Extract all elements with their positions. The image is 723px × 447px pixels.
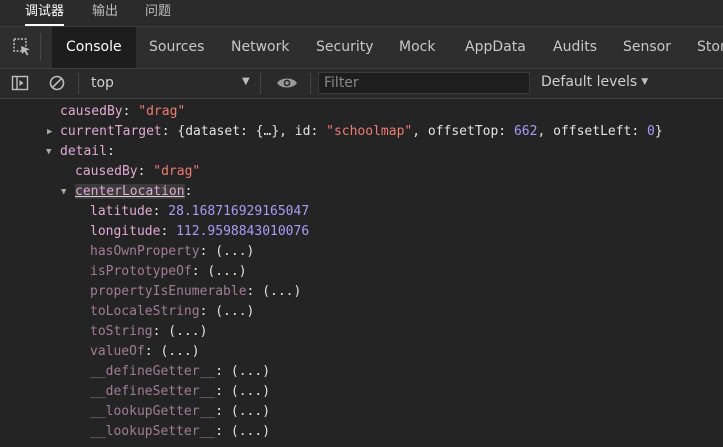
accessor-value[interactable]: (...) (215, 304, 254, 319)
accessor-value[interactable]: (...) (215, 244, 254, 259)
console-line[interactable]: __lookupGetter__: (...) (90, 402, 270, 422)
property-value: "drag" (153, 164, 201, 179)
method-key: hasOwnProperty (90, 244, 200, 259)
log-levels-dropdown[interactable]: Default levels ▼ (541, 74, 648, 90)
collapse-triangle-icon[interactable]: ▼ (46, 147, 51, 157)
tab-problems[interactable]: 问题 (145, 0, 171, 26)
property-key: currentTarget (60, 124, 162, 139)
console-line: latitude: 28.168716929165047 (90, 204, 310, 219)
console-line[interactable]: currentTarget: {dataset: {…}, id: "schoo… (60, 122, 663, 142)
tab-security[interactable]: Security (316, 27, 374, 68)
console-line: causedBy: "drag" (60, 104, 186, 119)
property-key: latitude (90, 204, 153, 219)
tab-appdata[interactable]: AppData (465, 27, 526, 68)
chevron-down-icon: ▼ (242, 76, 250, 87)
devtools-toolbar: Console Sources Network Security Mock Ap… (0, 27, 723, 69)
property-value: 662 (513, 124, 538, 139)
filterbar-divider (260, 73, 261, 94)
chevron-down-icon: ▼ (641, 77, 649, 87)
console-line: causedBy: "drag" (75, 164, 201, 179)
accessor-value[interactable]: (...) (231, 384, 270, 399)
method-key: __defineSetter__ (90, 384, 216, 399)
tab-console[interactable]: Console (52, 27, 136, 68)
console-line[interactable]: propertyIsEnumerable: (...) (90, 282, 301, 302)
accessor-value[interactable]: (...) (207, 264, 246, 279)
accessor-value[interactable]: (...) (160, 344, 199, 359)
method-key: __defineGetter__ (90, 364, 216, 379)
accessor-value[interactable]: (...) (231, 364, 270, 379)
console-line[interactable]: toString: (...) (90, 322, 207, 342)
tab-sensor[interactable]: Sensor (623, 27, 671, 68)
tab-debugger[interactable]: 调试器 (25, 0, 65, 26)
method-key: isPrototypeOf (90, 264, 192, 279)
property-key: causedBy (60, 104, 123, 119)
accessor-value[interactable]: (...) (262, 284, 301, 299)
property-value: 28.168716929165047 (168, 204, 310, 219)
log-levels-label: Default levels (541, 74, 638, 90)
tab-network[interactable]: Network (231, 27, 289, 68)
context-value: top (91, 75, 114, 91)
console-output: causedBy: "drag" ▶ currentTarget: {datas… (0, 99, 723, 447)
toolbar-divider (40, 33, 41, 61)
context-select[interactable]: top ▼ (82, 69, 257, 98)
clear-console-icon[interactable] (48, 74, 66, 92)
tab-audits[interactable]: Audits (553, 27, 597, 68)
method-key: __lookupGetter__ (90, 404, 216, 419)
property-value: "drag" (138, 104, 186, 119)
console-line[interactable]: __defineSetter__: (...) (90, 382, 270, 402)
expand-triangle-icon[interactable]: ▶ (47, 127, 52, 137)
tab-output[interactable]: 输出 (92, 0, 118, 26)
filter-input[interactable] (318, 72, 530, 94)
tab-sources[interactable]: Sources (149, 27, 204, 68)
inspect-element-icon[interactable] (12, 37, 32, 57)
eye-icon[interactable] (276, 74, 298, 92)
accessor-value[interactable]: (...) (231, 404, 270, 419)
console-filter-bar: top ▼ Default levels▼ (0, 69, 723, 99)
console-line[interactable]: isPrototypeOf: (...) (90, 262, 247, 282)
console-line[interactable]: __defineGetter__: (...) (90, 362, 270, 382)
panel-tab-bar: 调试器 输出 问题 (0, 0, 723, 27)
property-key: longitude (90, 224, 161, 239)
accessor-value[interactable]: (...) (231, 424, 270, 439)
filterbar-divider (310, 73, 311, 94)
filterbar-divider (78, 73, 79, 94)
method-key: toString (90, 324, 153, 339)
property-value: "schoolmap" (326, 124, 413, 139)
sidebar-toggle-icon[interactable] (11, 74, 29, 92)
property-key: causedBy (75, 164, 138, 179)
console-line[interactable]: valueOf: (...) (90, 342, 200, 362)
property-value: 0 (647, 124, 655, 139)
method-key: toLocaleString (90, 304, 200, 319)
method-key: valueOf (90, 344, 145, 359)
accessor-value[interactable]: (...) (168, 324, 207, 339)
console-line[interactable]: detail: (60, 142, 115, 162)
console-line[interactable]: toLocaleString: (...) (90, 302, 254, 322)
tab-mock[interactable]: Mock (399, 27, 435, 68)
console-line[interactable]: __lookupSetter__: (...) (90, 422, 270, 442)
property-key: centerLocation (75, 184, 185, 199)
tab-storage[interactable]: Stor (697, 27, 723, 68)
method-key: __lookupSetter__ (90, 424, 216, 439)
property-value: 112.9598843010076 (176, 224, 310, 239)
console-line[interactable]: centerLocation: (75, 182, 192, 202)
console-line[interactable]: hasOwnProperty: (...) (90, 242, 254, 262)
method-key: propertyIsEnumerable (90, 284, 247, 299)
property-key: detail (60, 144, 107, 159)
collapse-triangle-icon[interactable]: ▼ (61, 187, 66, 197)
console-line: longitude: 112.9598843010076 (90, 224, 310, 239)
